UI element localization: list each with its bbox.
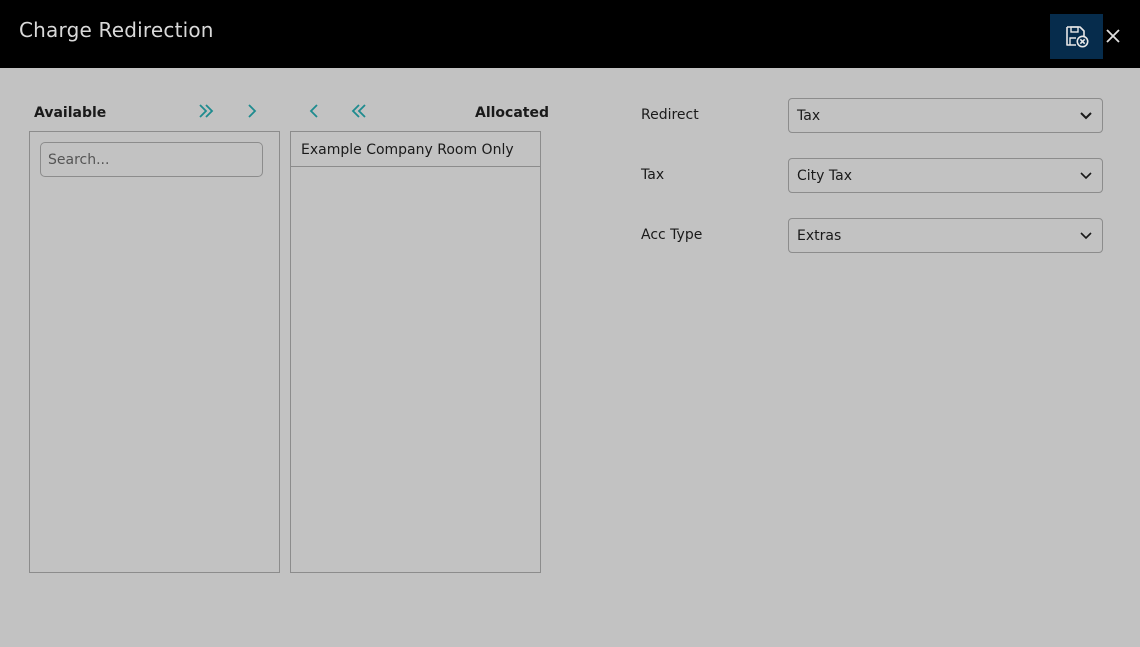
redirect-label: Redirect <box>641 107 699 123</box>
chevron-down-icon <box>1080 232 1092 240</box>
redirect-select[interactable]: Tax <box>788 98 1103 133</box>
move-all-left-button[interactable] <box>347 100 371 122</box>
available-label: Available <box>34 105 107 121</box>
page-title: Charge Redirection <box>19 18 214 42</box>
tax-select[interactable]: City Tax <box>788 158 1103 193</box>
chevron-down-icon <box>1080 172 1092 180</box>
list-item[interactable]: Example Company Room Only <box>291 132 540 167</box>
available-list[interactable] <box>29 131 280 573</box>
save-button[interactable] <box>1050 14 1103 59</box>
redirect-value: Tax <box>797 108 821 124</box>
double-chevron-left-icon <box>351 104 366 118</box>
move-right-button[interactable] <box>240 100 264 122</box>
chevron-left-icon <box>309 104 318 118</box>
close-button[interactable] <box>1102 25 1124 47</box>
chevron-right-icon <box>248 104 257 118</box>
move-left-button[interactable] <box>302 100 326 122</box>
double-chevron-right-icon <box>199 104 214 118</box>
acc-type-select[interactable]: Extras <box>788 218 1103 253</box>
acc-type-value: Extras <box>797 228 842 244</box>
save-cancel-icon <box>1065 25 1088 47</box>
close-icon <box>1106 29 1120 43</box>
header-bar: Charge Redirection <box>0 0 1140 68</box>
tax-label: Tax <box>641 167 665 183</box>
allocated-list[interactable]: Example Company Room Only <box>290 131 541 573</box>
allocated-label: Allocated <box>475 105 550 121</box>
acc-type-label: Acc Type <box>641 227 703 243</box>
chevron-down-icon <box>1080 112 1092 120</box>
tax-value: City Tax <box>797 168 852 184</box>
search-input[interactable] <box>40 142 263 177</box>
move-all-right-button[interactable] <box>194 100 218 122</box>
